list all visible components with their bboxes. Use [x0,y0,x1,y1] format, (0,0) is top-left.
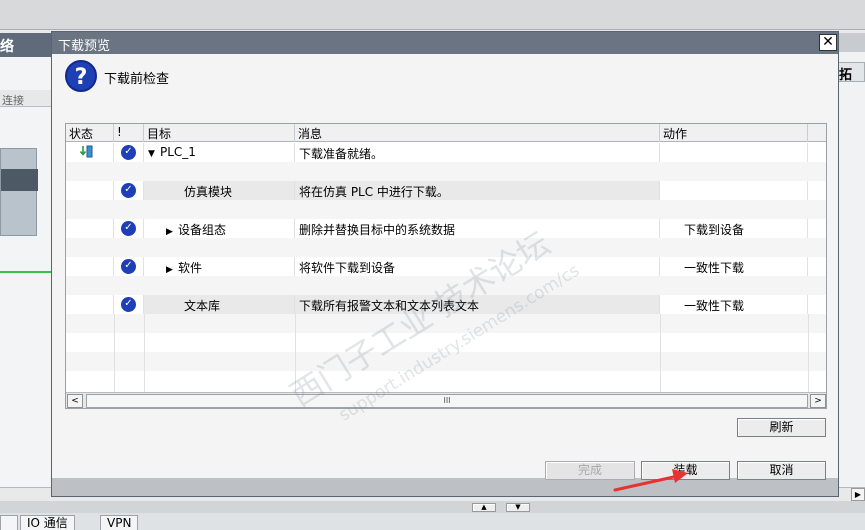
cancel-button[interactable]: 取消 [737,461,826,480]
table-row[interactable]: ✓ ▶ 软件 将软件下载到设备 一致性下载 [66,257,826,276]
splitter-down-icon[interactable]: ▼ [506,503,530,512]
horizontal-scrollbar[interactable]: < III > [66,392,826,408]
table-header: 状态 ! 目标 消息 动作 [66,124,826,142]
table-row-spacer [66,200,826,219]
right-panel-tab[interactable]: 拓 [836,62,865,82]
check-icon: ✓ [121,221,136,236]
status-cell [66,257,114,276]
tab-io-comm[interactable]: IO 通信 [20,515,75,530]
extra-cell [808,219,826,238]
target-cell: ▼ PLC_1 [144,143,295,162]
scroll-right-button[interactable]: > [810,394,826,408]
target-name: 仿真模块 [184,185,233,199]
col-status[interactable]: 状态 [66,124,114,142]
check-icon: ✓ [121,259,136,274]
download-status-icon [80,145,93,158]
col-target[interactable]: 目标 [144,124,295,142]
collapse-icon[interactable]: ▼ [148,149,160,159]
bottom-tab-prev[interactable] [0,515,18,530]
col-flag[interactable]: ! [114,124,144,142]
status-cell [66,143,114,162]
left-panel-header-label: 络 [0,39,14,55]
dialog-titlebar[interactable]: 下载预览 ✕ [52,32,838,54]
refresh-button[interactable]: 刷新 [737,418,826,437]
panel-splitter[interactable]: ▲ ▼ [0,501,865,513]
col-action[interactable]: 动作 [660,124,808,142]
scroll-left-button[interactable]: < [67,394,83,408]
check-icon: ✓ [121,145,136,160]
table-row[interactable]: ✓ ▶ 设备组态 删除并替换目标中的系统数据 下载到设备 [66,219,826,238]
dialog-title: 下载预览 [58,39,111,54]
col-message[interactable]: 消息 [295,124,660,142]
left-panel-tab[interactable]: 连接 [0,90,52,107]
action-select[interactable]: 一致性下载 [660,257,808,276]
question-icon: ? [65,60,97,92]
check-cell: ✓ [114,143,144,162]
check-cell: ✓ [114,181,144,200]
grid-lines [114,314,809,392]
target-cell: ▶ 软件 [144,257,295,276]
status-cell [66,295,114,314]
message-cell: 下载所有报警文本和文本列表文本 [295,295,660,314]
check-cell: ✓ [114,257,144,276]
col-extra [808,124,826,142]
message-cell: 删除并替换目标中的系统数据 [295,219,660,238]
status-cell [66,181,114,200]
message-cell: 下载准备就绪。 [295,143,660,162]
scroll-thumb[interactable]: III [86,394,808,408]
message-cell: 将在仿真 PLC 中进行下载。 [295,181,660,200]
table-row[interactable]: ✓ ▼ PLC_1 下载准备就绪。 [66,143,826,162]
splitter-up-icon[interactable]: ▲ [472,503,496,512]
load-button[interactable]: 装载 [641,461,730,480]
target-name: 软件 [178,261,203,275]
device-slot [1,169,38,191]
expand-icon[interactable]: ▶ [166,227,178,237]
check-cell: ✓ [114,295,144,314]
scroll-right-icon[interactable]: ▶ [851,488,865,501]
right-panel [836,52,865,487]
action-select[interactable]: 一致性下载 [660,295,808,314]
left-panel-header: 络 [0,33,52,57]
dialog-header-title: 下载前检查 [104,72,170,87]
app-toolbar [0,0,865,30]
message-cell: 将软件下载到设备 [295,257,660,276]
table-row[interactable]: ✓ 仿真模块 将在仿真 PLC 中进行下载。 [66,181,826,200]
extra-cell [808,181,826,200]
bottom-tab-bar: IO 通信 VPN [0,513,865,530]
target-cell: 文本库 [144,295,295,314]
status-cell [66,219,114,238]
target-name: PLC_1 [160,145,196,159]
network-line [0,271,52,273]
table-row[interactable]: ✓ 文本库 下载所有报警文本和文本列表文本 一致性下载 [66,295,826,314]
check-icon: ✓ [121,183,136,198]
extra-cell [808,295,826,314]
check-icon: ✓ [121,297,136,312]
table-row-spacer [66,162,826,181]
target-name: 设备组态 [178,223,227,237]
close-button[interactable]: ✕ [819,34,837,51]
tab-vpn[interactable]: VPN [100,515,139,530]
device-graphic[interactable] [0,148,38,236]
check-cell: ✓ [114,219,144,238]
close-icon: ✕ [822,34,834,50]
download-preview-dialog: 下载预览 ✕ ? 下载前检查 状态 ! 目标 消息 动作 ✓ ▼ PLC_1 下… [51,31,839,497]
action-cell [660,143,808,162]
target-cell: 仿真模块 [144,181,295,200]
dialog-footer [52,478,838,496]
target-cell: ▶ 设备组态 [144,219,295,238]
action-select[interactable]: 下载到设备 [660,219,808,238]
table-row-spacer [66,238,826,257]
extra-cell [808,257,826,276]
expand-icon[interactable]: ▶ [166,265,178,275]
target-name: 文本库 [184,299,221,313]
check-table: 状态 ! 目标 消息 动作 ✓ ▼ PLC_1 下载准备就绪。 ✓ 仿真模块 将… [65,123,827,409]
action-cell [660,181,808,200]
table-row-spacer [66,276,826,295]
finish-button[interactable]: 完成 [545,461,635,480]
dialog-body: ? 下载前检查 状态 ! 目标 消息 动作 ✓ ▼ PLC_1 下载准备就绪。 … [52,54,838,478]
extra-cell [808,143,826,162]
